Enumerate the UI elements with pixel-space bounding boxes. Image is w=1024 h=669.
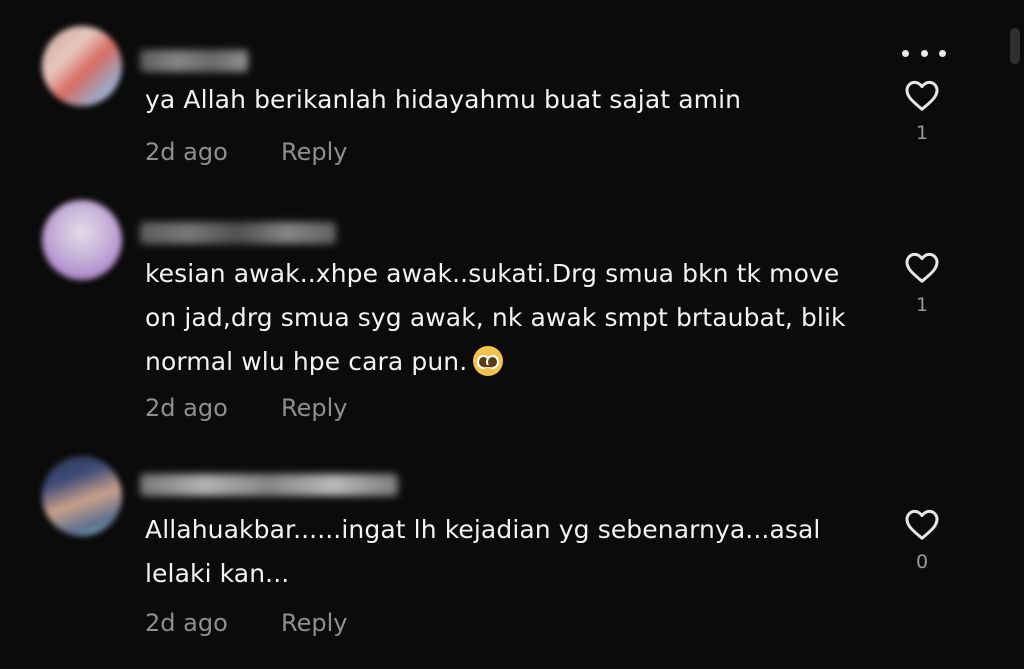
reply-button[interactable]: Reply: [281, 609, 347, 637]
avatar[interactable]: [42, 26, 122, 106]
comment-timestamp: 2d ago: [145, 609, 228, 637]
comment-timestamp: 2d ago: [145, 138, 228, 166]
pleading-face-emoji: [473, 346, 504, 376]
reply-button[interactable]: Reply: [281, 138, 347, 166]
comment-text: ya Allah berikanlah hidayahmu buat sajat…: [145, 85, 742, 114]
more-options-icon[interactable]: [902, 46, 946, 60]
avatar[interactable]: [42, 200, 122, 280]
username-blurred[interactable]: [140, 222, 336, 244]
heart-outline-icon[interactable]: [904, 507, 940, 541]
username-blurred[interactable]: [140, 50, 248, 72]
heart-outline-icon[interactable]: [904, 250, 940, 284]
avatar[interactable]: [42, 456, 122, 536]
comment-meta: 2d ago Reply: [145, 138, 347, 166]
like-button[interactable]: 0: [900, 507, 944, 573]
like-count: 0: [915, 551, 929, 573]
scrollbar[interactable]: [1010, 28, 1020, 64]
comment-text: Allahuakbar......ingat lh kejadian yg se…: [145, 515, 821, 588]
comment-timestamp: 2d ago: [145, 394, 228, 422]
like-button[interactable]: 1: [900, 78, 944, 144]
like-button[interactable]: 1: [900, 250, 944, 316]
heart-outline-icon[interactable]: [904, 78, 940, 112]
like-count: 1: [915, 294, 929, 316]
comment-meta: 2d ago Reply: [145, 394, 347, 422]
like-count: 1: [915, 122, 929, 144]
username-blurred[interactable]: [140, 474, 398, 496]
reply-button[interactable]: Reply: [281, 394, 347, 422]
comment-text: kesian awak..xhpe awak..sukati.Drg smua …: [145, 252, 865, 384]
comment-meta: 2d ago Reply: [145, 609, 347, 637]
